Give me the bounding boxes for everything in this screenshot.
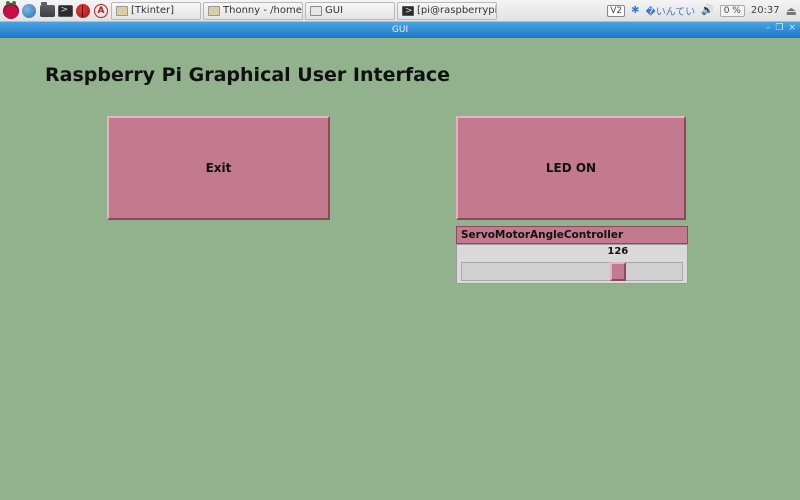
servo-slider-value: 126 xyxy=(607,246,628,257)
window-close-button[interactable]: × xyxy=(788,23,796,33)
app-circle-icon[interactable]: A xyxy=(93,3,109,19)
taskbar-item-tkinter[interactable]: [Tkinter] xyxy=(111,2,201,20)
window-thumb-icon xyxy=(116,6,128,16)
clock[interactable]: 20:37 xyxy=(751,5,780,16)
os-taskbar: A [Tkinter] Thonny - /home/pi/... GUI [p… xyxy=(0,0,800,22)
browser-icon[interactable] xyxy=(21,3,37,19)
taskbar-item-label: GUI xyxy=(325,5,343,16)
window-thumb-icon xyxy=(310,6,322,16)
taskbar-item-gui[interactable]: GUI xyxy=(305,2,395,20)
taskbar-item-thonny[interactable]: Thonny - /home/pi/... xyxy=(203,2,303,20)
page-title: Raspberry Pi Graphical User Interface xyxy=(45,64,450,86)
servo-slider-label: ServoMotorAngleController xyxy=(456,226,688,244)
taskbar-item-label: Thonny - /home/pi/... xyxy=(223,5,303,16)
volume-icon[interactable]: 🔊 xyxy=(701,5,713,16)
servo-slider: ServoMotorAngleController 126 xyxy=(456,226,688,284)
servo-slider-thumb[interactable] xyxy=(610,262,626,281)
exit-button[interactable]: Exit xyxy=(107,116,330,220)
led-button-label: LED ON xyxy=(546,161,596,175)
system-tray: V2 ✱ �いんてい 🔊 0 % 20:37 ⏏ xyxy=(607,3,797,18)
debug-beetle-icon[interactable] xyxy=(75,3,91,19)
cpu-usage-indicator[interactable]: 0 % xyxy=(720,5,745,17)
menu-raspberry-icon[interactable] xyxy=(3,3,19,19)
led-toggle-button[interactable]: LED ON xyxy=(456,116,686,220)
bluetooth-icon[interactable]: ✱ xyxy=(631,5,639,16)
exit-button-label: Exit xyxy=(206,161,232,175)
taskbar-item-label: [pi@raspberrypi: ~] xyxy=(417,5,497,16)
window-maximize-button[interactable]: ❐ xyxy=(775,23,783,33)
taskbar-item-label: [Tkinter] xyxy=(131,5,174,16)
window-thumb-icon xyxy=(402,6,414,16)
taskbar-item-terminal[interactable]: [pi@raspberrypi: ~] xyxy=(397,2,497,20)
eject-icon[interactable]: ⏏ xyxy=(786,4,797,18)
servo-slider-body[interactable]: 126 xyxy=(456,244,688,284)
window-title: GUI xyxy=(392,25,408,35)
wifi-icon[interactable]: �いんてい xyxy=(645,3,695,18)
vnc-indicator[interactable]: V2 xyxy=(607,5,625,17)
app-canvas: Raspberry Pi Graphical User Interface Ex… xyxy=(0,38,800,500)
terminal-icon[interactable] xyxy=(57,3,73,19)
window-minimize-button[interactable]: – xyxy=(766,23,771,33)
window-thumb-icon xyxy=(208,6,220,16)
servo-slider-trough[interactable] xyxy=(461,262,683,281)
window-titlebar[interactable]: GUI – ❐ × xyxy=(0,22,800,38)
file-manager-icon[interactable] xyxy=(39,3,55,19)
